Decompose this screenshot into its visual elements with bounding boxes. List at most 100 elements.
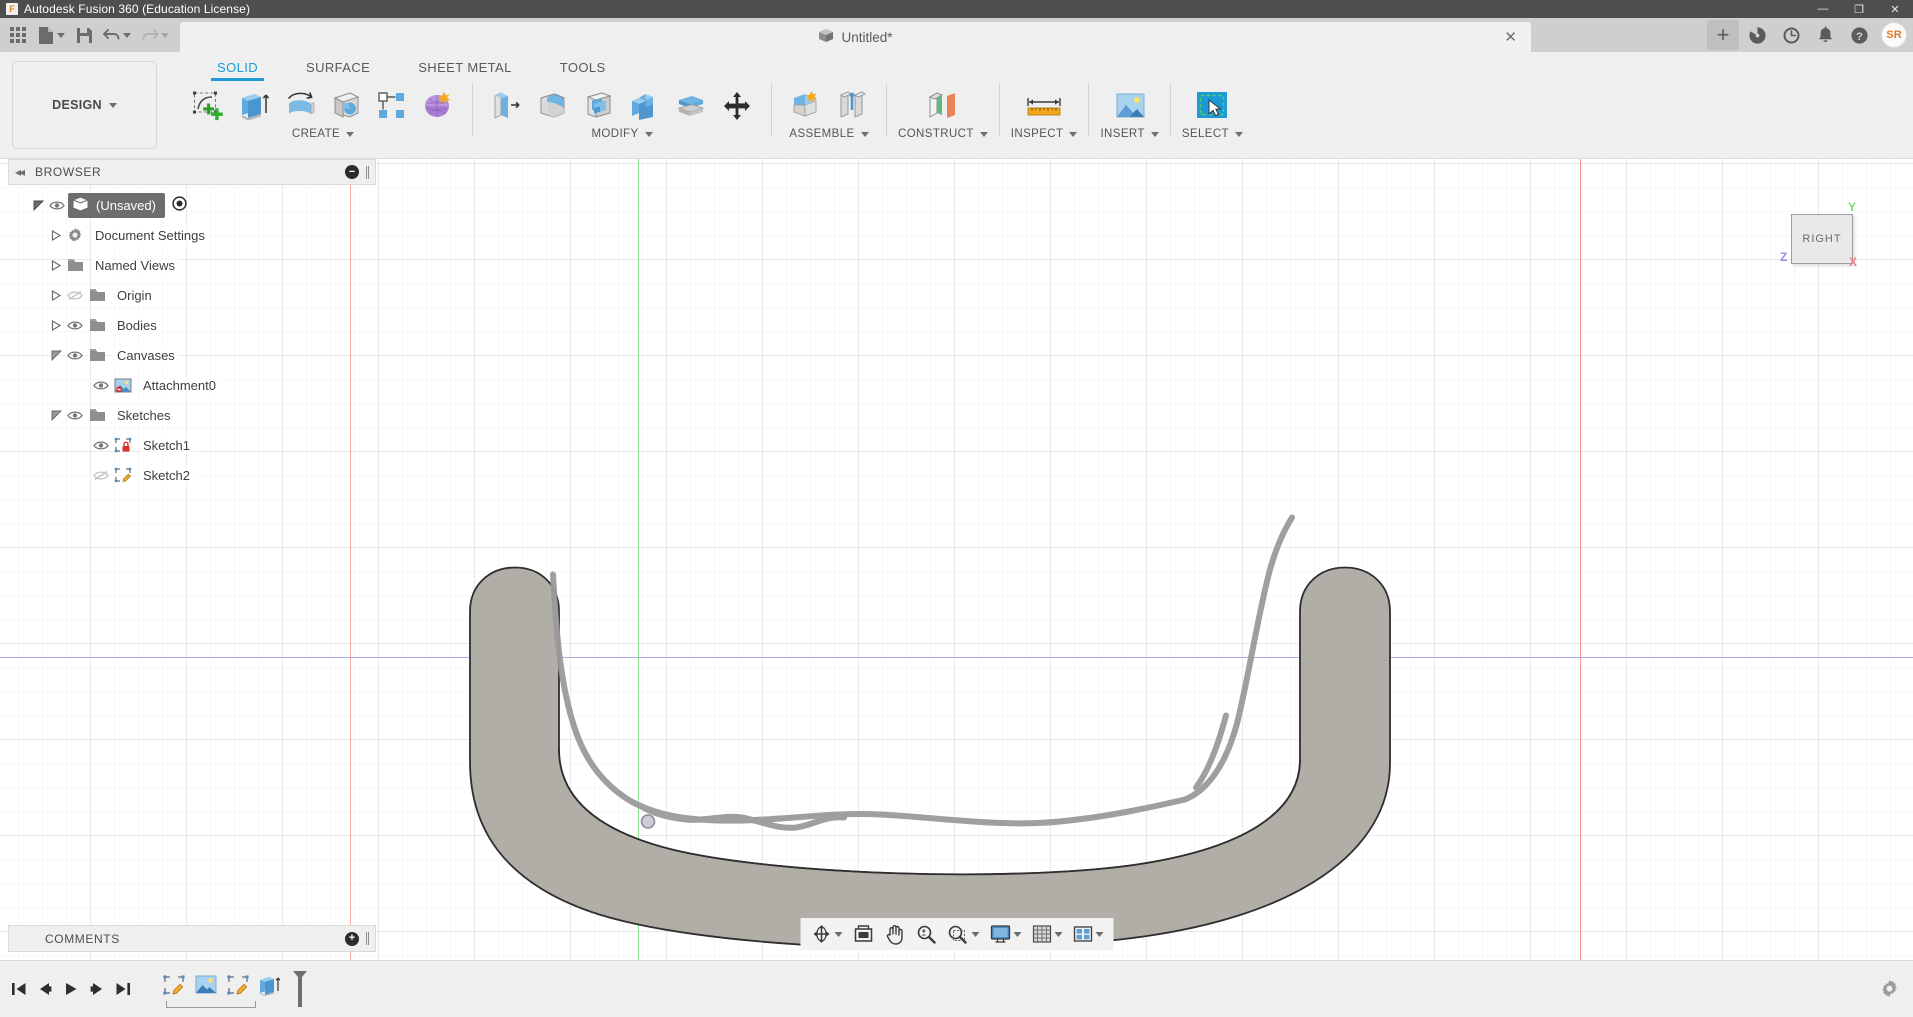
visibility-eye-icon[interactable] <box>64 350 86 361</box>
extensions-icon[interactable] <box>1741 20 1773 50</box>
fillet-icon[interactable] <box>530 82 576 130</box>
new-tab-button[interactable]: + <box>1707 20 1739 50</box>
tree-item-bodies[interactable]: Bodies <box>8 310 376 340</box>
activate-component-radio[interactable] <box>172 196 187 214</box>
imported-spline-sketch[interactable] <box>553 518 1292 828</box>
tab-sheet-metal[interactable]: SHEET METAL <box>394 60 536 80</box>
select-window-icon[interactable] <box>1183 82 1241 130</box>
design-canvas[interactable]: ◂◂ BROWSER − (Unsaved) <box>0 159 1913 960</box>
chevron-down-icon[interactable] <box>834 932 842 937</box>
tree-item-sketch2[interactable]: Sketch2 <box>8 460 376 490</box>
notifications-bell-icon[interactable] <box>1809 20 1841 50</box>
visibility-eye-hidden-icon[interactable] <box>90 470 112 481</box>
orbit-icon[interactable] <box>806 920 846 948</box>
browser-header[interactable]: ◂◂ BROWSER − <box>8 159 376 185</box>
timeline-sketch-feature-2[interactable] <box>222 969 254 1001</box>
tree-item-sketch1[interactable]: Sketch1 <box>8 430 376 460</box>
offset-face-icon[interactable] <box>668 82 714 130</box>
create-sketch-icon[interactable] <box>185 82 231 130</box>
curved-arch-body[interactable] <box>470 568 1390 949</box>
close-window-button[interactable]: ✕ <box>1877 0 1913 18</box>
visibility-eye-icon[interactable] <box>46 200 68 211</box>
undo-button[interactable] <box>98 21 136 49</box>
help-icon[interactable]: ? <box>1843 20 1875 50</box>
form-icon[interactable] <box>415 82 461 130</box>
move-copy-icon[interactable] <box>714 82 760 130</box>
comments-resize-handle[interactable] <box>366 932 369 945</box>
job-status-clock-icon[interactable] <box>1775 20 1807 50</box>
shell-icon[interactable] <box>576 82 622 130</box>
tab-tools[interactable]: TOOLS <box>536 60 630 80</box>
timeline-settings-gear-icon[interactable] <box>1880 979 1899 1001</box>
sketch-origin-point[interactable] <box>642 815 655 828</box>
visibility-eye-icon[interactable] <box>90 380 112 391</box>
visibility-eye-icon[interactable] <box>90 440 112 451</box>
close-tab-button[interactable]: ✕ <box>1504 28 1517 46</box>
pattern-icon[interactable] <box>369 82 415 130</box>
expand-arrow-icon[interactable] <box>48 260 64 271</box>
viewports-icon[interactable] <box>1068 920 1107 948</box>
tab-surface[interactable]: SURFACE <box>282 60 394 80</box>
maximize-button[interactable]: ❐ <box>1841 0 1877 18</box>
view-cube-face-right[interactable]: RIGHT <box>1791 214 1853 264</box>
tree-item-sketches[interactable]: Sketches <box>8 400 376 430</box>
chevron-down-icon[interactable] <box>971 932 979 937</box>
expand-arrow-icon[interactable] <box>48 290 64 301</box>
tree-item-named-views[interactable]: Named Views <box>8 250 376 280</box>
expand-arrow-icon[interactable] <box>48 230 64 241</box>
panel-create-label[interactable]: CREATE <box>292 128 354 140</box>
go-to-end-icon[interactable] <box>110 972 136 1006</box>
browser-minimize-icon[interactable]: − <box>345 165 359 179</box>
zoom-icon[interactable] <box>911 920 940 948</box>
sweep-icon[interactable] <box>323 82 369 130</box>
play-icon[interactable] <box>58 972 84 1006</box>
tree-item-canvases[interactable]: Canvases <box>8 340 376 370</box>
chevron-down-icon[interactable] <box>1013 932 1021 937</box>
save-button[interactable] <box>70 21 98 49</box>
redo-button[interactable] <box>136 21 174 49</box>
display-settings-icon[interactable] <box>985 920 1025 948</box>
tree-item-document-settings[interactable]: Document Settings <box>8 220 376 250</box>
expand-arrow-icon[interactable] <box>30 200 46 211</box>
look-at-icon[interactable] <box>848 920 878 948</box>
step-back-icon[interactable] <box>32 972 58 1006</box>
step-forward-icon[interactable] <box>84 972 110 1006</box>
panel-select-label[interactable]: SELECT <box>1182 128 1243 140</box>
workspace-switcher[interactable]: DESIGN <box>12 61 157 149</box>
timeline-sketch-feature-1[interactable] <box>158 969 190 1001</box>
collapse-arrow-icon[interactable] <box>48 410 64 421</box>
combine-icon[interactable] <box>622 82 668 130</box>
minimize-button[interactable]: — <box>1805 0 1841 18</box>
extrude-icon[interactable] <box>231 82 277 130</box>
collapse-arrow-icon[interactable] <box>48 350 64 361</box>
comments-panel[interactable]: COMMENTS + <box>8 925 376 952</box>
panel-modify-label[interactable]: MODIFY <box>591 128 652 140</box>
joint-icon[interactable] <box>829 82 875 130</box>
apps-grid-icon[interactable] <box>4 21 32 49</box>
user-avatar[interactable]: SR <box>1881 22 1907 48</box>
new-document-button[interactable] <box>32 21 70 49</box>
panel-insert-label[interactable]: INSERT <box>1100 128 1158 140</box>
grid-snaps-icon[interactable] <box>1027 920 1066 948</box>
timeline-marker[interactable] <box>290 969 308 1009</box>
document-tab[interactable]: Untitled* <box>180 22 1531 52</box>
timeline-canvas-feature[interactable] <box>190 969 222 1001</box>
tab-solid[interactable]: SOLID <box>193 60 282 80</box>
collapse-browser-icon[interactable]: ◂◂ <box>15 165 23 179</box>
revolve-icon[interactable] <box>277 82 323 130</box>
visibility-eye-icon[interactable] <box>64 320 86 331</box>
panel-construct-label[interactable]: CONSTRUCT <box>898 128 988 140</box>
add-comment-icon[interactable]: + <box>345 932 359 946</box>
press-pull-icon[interactable] <box>484 82 530 130</box>
tree-item-unsaved-row[interactable]: (Unsaved) <box>68 193 165 218</box>
insert-canvas-icon[interactable] <box>1102 82 1158 130</box>
panel-inspect-label[interactable]: INSPECT <box>1011 128 1078 140</box>
panel-assemble-label[interactable]: ASSEMBLE <box>789 128 868 140</box>
timeline-extrude-feature[interactable] <box>254 969 286 1001</box>
new-component-icon[interactable] <box>783 82 829 130</box>
view-cube[interactable]: RIGHT Y X Z <box>1791 214 1861 270</box>
browser-resize-handle[interactable] <box>366 166 369 179</box>
visibility-eye-icon[interactable] <box>64 410 86 421</box>
chevron-down-icon[interactable] <box>1095 932 1103 937</box>
tree-item-origin[interactable]: Origin <box>8 280 376 310</box>
